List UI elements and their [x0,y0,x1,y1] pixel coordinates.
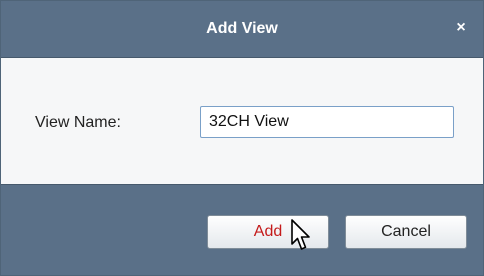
view-name-input[interactable] [200,106,454,138]
dialog-body: View Name: [1,58,483,184]
dialog-title: Add View [206,20,278,37]
dialog-title-bar[interactable]: Add View × [1,1,483,58]
dialog-footer: Add Cancel [1,184,483,275]
close-icon[interactable]: × [451,18,471,38]
add-button[interactable]: Add [207,215,329,249]
view-name-label: View Name: [35,114,121,131]
add-view-dialog: Add View × View Name: Add Cancel [0,0,484,276]
cancel-button[interactable]: Cancel [345,215,467,249]
